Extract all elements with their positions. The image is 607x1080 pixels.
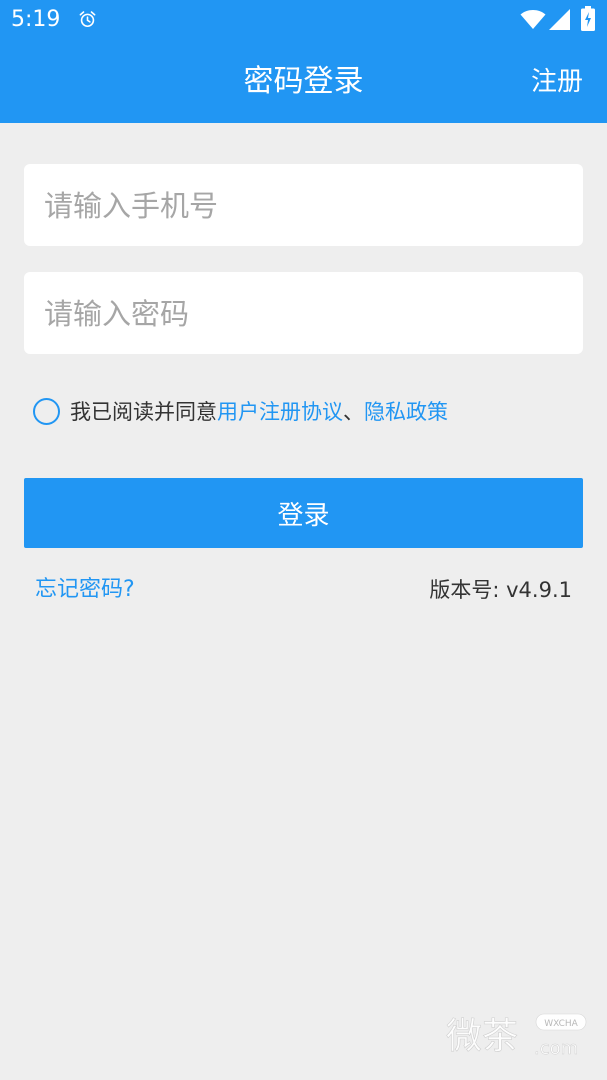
battery-icon [581, 6, 595, 31]
app-header: 5:19 密码登录 注册 [0, 0, 607, 123]
version-label: 版本号: v4.9.1 [429, 578, 572, 602]
agreement-row: 我已阅读并同意 用户注册协议 、 隐私政策 [33, 395, 448, 427]
phone-input[interactable] [42, 164, 569, 248]
status-time: 5:19 [11, 7, 61, 32]
status-bar: 5:19 [0, 0, 607, 42]
page-title: 密码登录 [243, 64, 364, 99]
privacy-policy-link[interactable]: 隐私政策 [364, 396, 448, 426]
watermark-suffix: .com [534, 1038, 578, 1059]
watermark-logo: 微茶 WXCHA .com [446, 1013, 587, 1059]
user-agreement-link[interactable]: 用户注册协议 [217, 396, 343, 426]
alarm-icon [79, 11, 96, 28]
watermark-badge: WXCHA [544, 1019, 578, 1029]
agreement-separator: 、 [343, 400, 364, 424]
login-button[interactable]: 登录 [24, 478, 583, 548]
password-input[interactable] [42, 272, 569, 356]
agreement-prefix: 我已阅读并同意 [70, 400, 217, 424]
phone-input-box [24, 164, 583, 248]
wifi-icon [520, 10, 546, 29]
register-button[interactable]: 注册 [531, 64, 583, 100]
password-input-box [24, 272, 583, 356]
agreement-checkbox[interactable] [33, 397, 60, 425]
cell-signal-icon [549, 9, 570, 30]
watermark-text: 微茶 [446, 1016, 518, 1057]
forgot-password-link[interactable]: 忘记密码? [35, 575, 135, 605]
